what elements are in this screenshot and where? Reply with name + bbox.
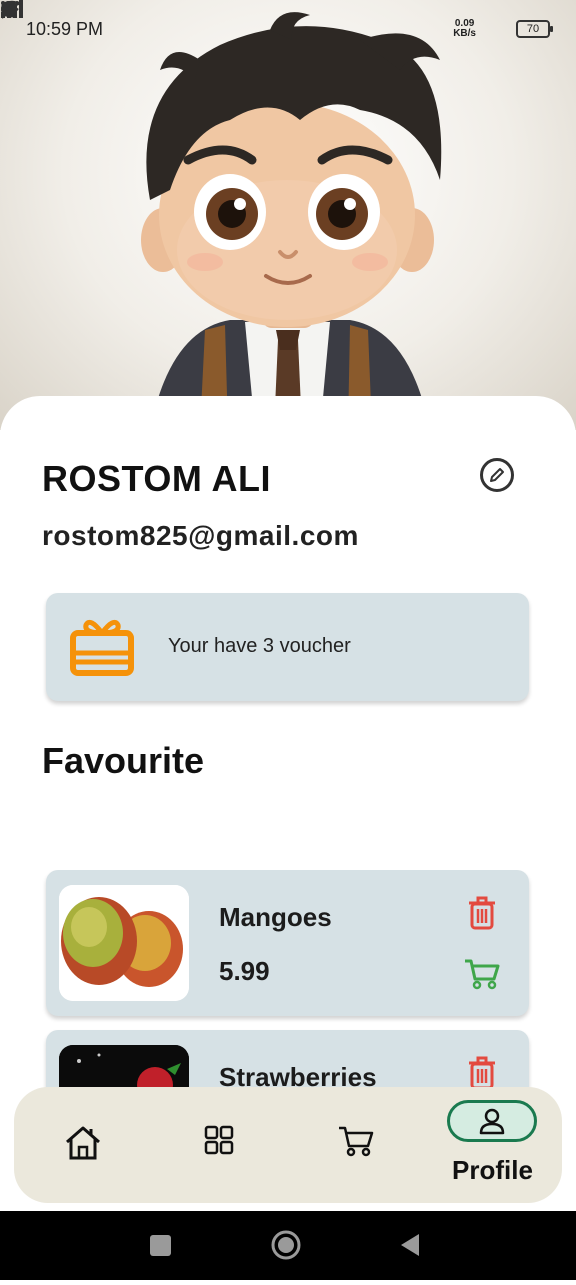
- nav-profile-label[interactable]: Profile: [452, 1155, 533, 1186]
- nav-profile-button[interactable]: [447, 1100, 537, 1142]
- item-price: 5.99: [219, 956, 270, 986]
- favourite-item[interactable]: Strawberries: [46, 1030, 529, 1092]
- grid-icon[interactable]: [204, 1125, 234, 1155]
- profile-cover-image: 10:59 PM 0.09 KB/s 70: [0, 0, 576, 430]
- edit-profile-button[interactable]: [480, 458, 514, 492]
- profile-email: rostom825@gmail.com: [42, 520, 359, 551]
- gift-icon: [70, 619, 134, 676]
- battery-icon: 70: [516, 20, 553, 38]
- item-name: Mangoes: [219, 902, 332, 932]
- back-button[interactable]: [401, 1234, 419, 1256]
- status-time: 10:59 PM: [26, 18, 104, 39]
- add-to-cart-icon[interactable]: [464, 958, 500, 990]
- avatar-illustration: [141, 12, 442, 430]
- delete-icon[interactable]: [468, 896, 496, 930]
- favourite-list[interactable]: Mangoes 5.99 Strawberries: [0, 870, 576, 1092]
- status-bar: 10:59 PM 0.09 KB/s 70: [0, 0, 576, 58]
- voucher-card[interactable]: Your have 3 voucher: [46, 593, 529, 701]
- network-speed: 0.09 KB/s: [453, 19, 476, 39]
- recent-apps-button[interactable]: [150, 1235, 171, 1256]
- home-icon[interactable]: [64, 1125, 102, 1161]
- edit-icon: [490, 468, 504, 482]
- favourite-title: Favourite: [42, 740, 205, 781]
- cart-icon[interactable]: [338, 1125, 374, 1157]
- profile-name: ROSTOM ALI: [42, 458, 271, 499]
- voucher-text: Your have 3 voucher: [168, 635, 351, 657]
- favourite-item[interactable]: Mangoes 5.99: [46, 870, 529, 1016]
- item-image-mango: [59, 885, 189, 1001]
- profile-icon: [479, 1108, 505, 1135]
- network-speed-unit: KB/s: [453, 28, 476, 39]
- bottom-navigation: Profile: [14, 1087, 562, 1203]
- item-image-strawberries: [59, 1045, 189, 1092]
- system-navigation-bar: [0, 1211, 576, 1280]
- delete-icon[interactable]: [468, 1056, 496, 1090]
